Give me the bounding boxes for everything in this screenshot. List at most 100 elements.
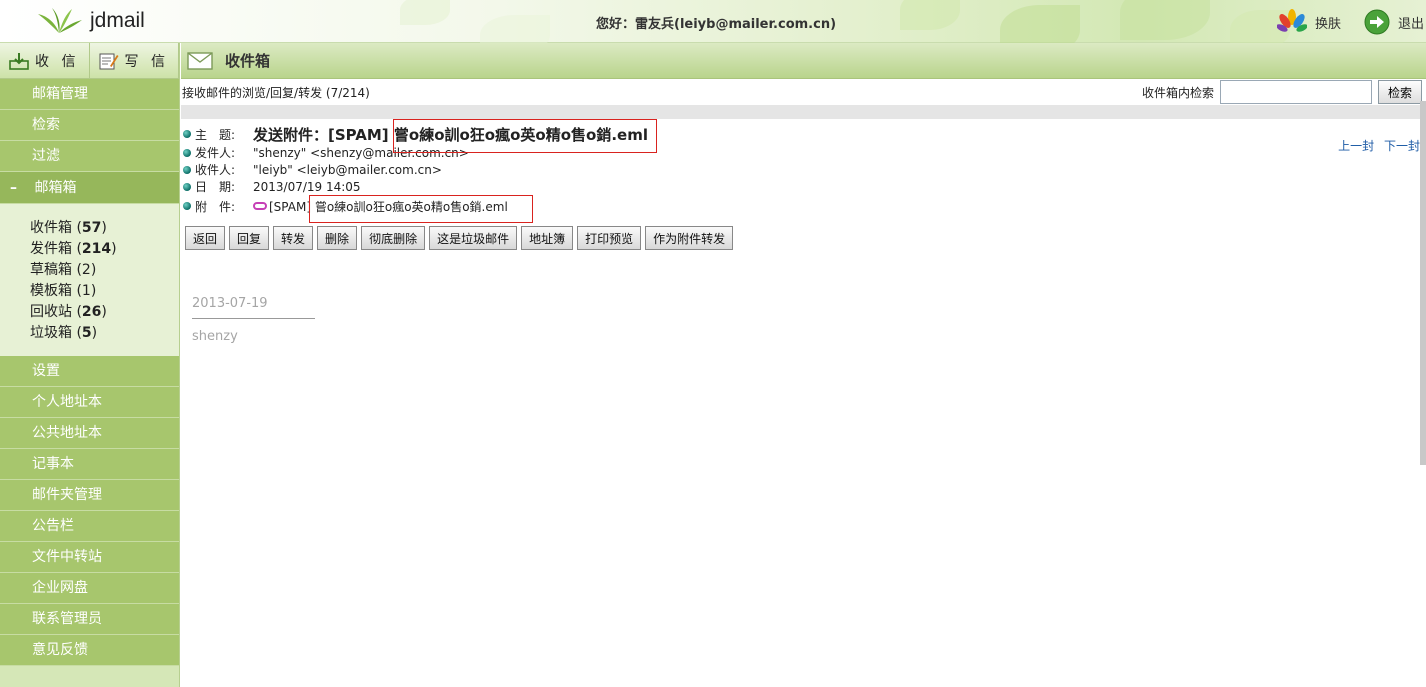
sidebar-item[interactable]: 邮件夹管理 bbox=[0, 480, 179, 511]
top-header: jdmail 您好：雷友兵(leiyb@mailer.com.cn) 换肤 退出 bbox=[0, 0, 1426, 55]
logout-button[interactable]: 退出 bbox=[1364, 8, 1424, 36]
compose-mail-label: 写 信 bbox=[124, 54, 169, 70]
folder-list: 收件箱 (57) 发件箱 (214) 草稿箱 (2) 模板箱 (1) 回收站 (26) 垃… bbox=[0, 204, 179, 356]
date-row: 日 期: 2013/07/19 14:05 bbox=[183, 178, 1426, 195]
attachment-label: 附 件: bbox=[195, 199, 236, 214]
next-mail-link[interactable]: 下一封 bbox=[1384, 139, 1420, 153]
scrollbar[interactable] bbox=[1420, 101, 1426, 465]
mailbox-header-label: 邮箱箱 bbox=[34, 180, 77, 196]
sidebar-item[interactable]: 联系管理员 bbox=[0, 604, 179, 635]
mail-body: 2013-07-19 shenzy bbox=[181, 250, 1426, 344]
bullet-icon bbox=[183, 148, 191, 157]
logout-label: 退出 bbox=[1398, 16, 1425, 32]
folder-item[interactable]: 垃圾箱 (5) bbox=[0, 323, 179, 344]
action-button[interactable]: 返回 bbox=[185, 226, 226, 250]
logo-text: jdmail bbox=[90, 9, 145, 32]
folder-name: 收件箱 bbox=[30, 220, 72, 236]
action-button[interactable]: 回复 bbox=[229, 226, 270, 250]
download-icon bbox=[9, 53, 29, 70]
search-input[interactable] bbox=[1220, 80, 1372, 104]
from-row: 发件人: "shenzy" <shenzy@mailer.com.cn> bbox=[183, 144, 1426, 161]
action-button[interactable]: 地址簿 bbox=[521, 226, 574, 250]
folder-item[interactable]: 模板箱 (1) bbox=[0, 281, 179, 302]
sidebar-mailbox-header[interactable]: – 邮箱箱 bbox=[0, 172, 179, 204]
envelope-icon bbox=[187, 51, 213, 70]
sidebar-item[interactable]: 记事本 bbox=[0, 449, 179, 480]
change-skin-button[interactable]: 换肤 bbox=[1277, 8, 1341, 36]
change-skin-label: 换肤 bbox=[1315, 16, 1342, 32]
date-value: 2013/07/19 14:05 bbox=[253, 179, 361, 194]
folder-count: 26 bbox=[81, 304, 102, 320]
body-sender: shenzy bbox=[192, 329, 238, 344]
to-label: 收件人: bbox=[195, 163, 236, 177]
sidebar-bottom-items: 设置 个人地址本 公共地址本 记事本 邮件夹管理 公告栏 文件中转站 企业网盘 联系管理员 意见反… bbox=[0, 356, 179, 666]
main-panel: 收件箱 接收邮件的浏览/回复/转发 (7/214) 收件箱内检索 检索 主 题:… bbox=[181, 43, 1426, 687]
collapse-minus-icon: – bbox=[10, 180, 17, 196]
from-label: 发件人: bbox=[195, 146, 236, 160]
sidebar-item[interactable]: 意见反馈 bbox=[0, 635, 179, 666]
search-button[interactable]: 检索 bbox=[1378, 80, 1422, 104]
folder-item[interactable]: 收件箱 (57) bbox=[0, 218, 179, 239]
attachment-highlight-box bbox=[309, 195, 533, 223]
action-button[interactable]: 打印预览 bbox=[577, 226, 642, 250]
logo-icon bbox=[38, 8, 82, 33]
body-divider bbox=[192, 318, 315, 319]
page-title: 收件箱 bbox=[225, 52, 271, 70]
folder-item[interactable]: 草稿箱 (2) bbox=[0, 260, 179, 281]
compose-mail-button[interactable]: 写 信 bbox=[90, 43, 179, 79]
subject-label: 主 题: bbox=[195, 127, 236, 142]
sidebar-item-filter[interactable]: 过滤 bbox=[0, 141, 179, 172]
folder-name: 发件箱 bbox=[30, 241, 72, 257]
action-button[interactable]: 作为附件转发 bbox=[645, 226, 734, 250]
subject-highlight-box bbox=[393, 119, 657, 153]
folder-count: 57 bbox=[81, 220, 102, 236]
bullet-icon bbox=[183, 202, 191, 210]
search-label: 收件箱内检索 bbox=[1141, 85, 1214, 100]
folder-name: 模板箱 bbox=[30, 283, 72, 299]
bullet-icon bbox=[183, 182, 191, 191]
info-bar: 接收邮件的浏览/回复/转发 (7/214) 收件箱内检索 检索 bbox=[181, 79, 1426, 105]
to-value: "leiyb" <leiyb@mailer.com.cn> bbox=[253, 162, 442, 177]
sidebar-item[interactable]: 文件中转站 bbox=[0, 542, 179, 573]
folder-count: 214 bbox=[81, 241, 112, 257]
folder-count: 2 bbox=[81, 262, 91, 278]
previous-mail-link[interactable]: 上一封 bbox=[1338, 139, 1374, 153]
subject-row: 主 题: 发送附件：[SPAM] 嘗o練o訓o狂o瘋o英o精o售o銷.eml bbox=[183, 124, 1426, 144]
receive-mail-button[interactable]: 收 信 bbox=[0, 43, 90, 79]
action-button[interactable]: 删除 bbox=[317, 226, 358, 250]
sidebar-item-mailbox-management[interactable]: 邮箱管理 bbox=[0, 79, 179, 110]
to-row: 收件人: "leiyb" <leiyb@mailer.com.cn> bbox=[183, 161, 1426, 178]
folder-count: 5 bbox=[81, 325, 92, 341]
mail-header: 主 题: 发送附件：[SPAM] 嘗o練o訓o狂o瘋o英o精o售o銷.eml 发… bbox=[181, 119, 1426, 223]
folder-name: 垃圾箱 bbox=[30, 325, 72, 341]
main-titlebar: 收件箱 bbox=[181, 43, 1426, 79]
sidebar-toolbar: 收 信 写 信 bbox=[0, 43, 179, 79]
divider-strip bbox=[181, 105, 1426, 119]
sidebar-item-search[interactable]: 检索 bbox=[0, 110, 179, 141]
folder-name: 回收站 bbox=[30, 304, 72, 320]
receive-mail-label: 收 信 bbox=[35, 54, 80, 70]
sidebar-item[interactable]: 设置 bbox=[0, 356, 179, 387]
sidebar-item[interactable]: 公共地址本 bbox=[0, 418, 179, 449]
bullet-icon bbox=[183, 130, 191, 138]
sidebar-item[interactable]: 公告栏 bbox=[0, 511, 179, 542]
paperclip-icon bbox=[253, 202, 267, 210]
sidebar-item[interactable]: 企业网盘 bbox=[0, 573, 179, 604]
folder-count: 1 bbox=[81, 283, 91, 299]
mail-navigation: 上一封 下一封 bbox=[1332, 137, 1420, 154]
sidebar-item[interactable]: 个人地址本 bbox=[0, 387, 179, 418]
folder-item[interactable]: 发件箱 (214) bbox=[0, 239, 179, 260]
compose-icon bbox=[99, 53, 119, 70]
action-button[interactable]: 彻底删除 bbox=[361, 226, 426, 250]
date-label: 日 期: bbox=[195, 180, 236, 194]
breadcrumb: 接收邮件的浏览/回复/转发 (7/214) bbox=[182, 85, 370, 100]
sidebar: 收 信 写 信 邮箱管理 检索 过滤 – 邮箱箱 收件箱 (57) 发件箱 (21… bbox=[0, 43, 180, 687]
logout-arrow-icon bbox=[1364, 9, 1390, 35]
user-greeting: 您好：雷友兵(leiyb@mailer.com.cn) bbox=[596, 17, 837, 32]
action-button[interactable]: 这是垃圾邮件 bbox=[429, 226, 518, 250]
body-date: 2013-07-19 bbox=[192, 296, 268, 311]
action-button[interactable]: 转发 bbox=[273, 226, 314, 250]
bullet-icon bbox=[183, 165, 191, 174]
search-area: 收件箱内检索 检索 bbox=[1142, 80, 1422, 104]
folder-item[interactable]: 回收站 (26) bbox=[0, 302, 179, 323]
